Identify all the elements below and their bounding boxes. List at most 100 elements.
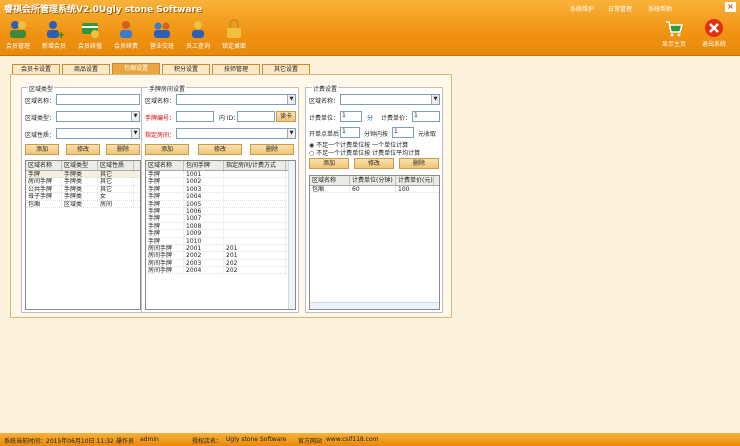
column-header[interactable]: 区域性质: [98, 161, 134, 170]
area-edit-button[interactable]: 修改: [66, 144, 100, 155]
member-renew-button[interactable]: 会员续费: [108, 18, 144, 50]
column-header[interactable]: 包间手牌: [184, 161, 224, 170]
column-header[interactable]: 区域名称: [310, 176, 350, 185]
table-row[interactable]: 手牌 手牌类 其它: [26, 171, 140, 179]
table-row[interactable]: 房间手牌 手牌类 其它: [26, 178, 140, 186]
radio-average-unit[interactable]: ○ 不足一个计费单位按 计费单位平均计算: [309, 148, 420, 157]
shift-handover-button[interactable]: 营业交班: [144, 18, 180, 50]
table-cell: [224, 193, 286, 200]
table-cell: [224, 222, 286, 230]
column-header[interactable]: 区域类型: [62, 161, 98, 170]
table-row[interactable]: 公共手牌 手牌类 其它: [26, 185, 140, 194]
window-close-button[interactable]: ×: [725, 2, 736, 12]
hand-edit-button[interactable]: 修改: [198, 144, 242, 155]
system-time: 2015年06月10日 11:32: [46, 438, 114, 445]
menu-system-help[interactable]: 系统帮助: [648, 4, 672, 13]
room-select[interactable]: ▼: [176, 128, 296, 139]
area-add-button[interactable]: 添加: [25, 144, 59, 155]
hand-no-input[interactable]: [176, 111, 214, 122]
table-row[interactable]: 手牌 1005: [146, 200, 295, 208]
show-home-button[interactable]: 显示主页: [654, 18, 694, 48]
fee-table[interactable]: 区域名称 计费单位(分钟) 计费单价(元) 包厢 60 100: [309, 175, 440, 310]
table-cell: 区域类: [62, 200, 98, 207]
tab-product[interactable]: 商品设置: [62, 64, 110, 74]
horizontal-scrollbar[interactable]: [310, 302, 439, 309]
official-website: www.csif118.com: [326, 436, 379, 443]
area-type-group: 区域类型 区域名称： 区域类型： ▼ 区域性质： ▼ 添加 修改 删除 区域名称…: [21, 84, 143, 313]
fee-edit-button[interactable]: 修改: [354, 158, 394, 169]
start-minutes-input[interactable]: 1: [340, 127, 360, 138]
table-row[interactable]: 手牌 1006: [146, 207, 295, 216]
menu-system-maintenance[interactable]: 系统维护: [570, 4, 594, 13]
handover-icon: [151, 18, 173, 40]
area-nature-select[interactable]: ▼: [56, 128, 140, 139]
fee-add-button[interactable]: 添加: [309, 158, 349, 169]
table-cell: 1002: [184, 178, 224, 185]
table-cell: 1008: [184, 222, 224, 230]
area-delete-button[interactable]: 删除: [106, 144, 140, 155]
table-row[interactable]: 房间手牌 2002 201: [146, 252, 295, 260]
table-row[interactable]: 母子手牌 手牌类女: [26, 193, 140, 201]
fee-price-input[interactable]: 1: [412, 111, 440, 122]
table-row[interactable]: 房间手牌 2003 202: [146, 259, 295, 268]
table-cell: 1007: [184, 215, 224, 222]
table-cell: 1009: [184, 230, 224, 237]
tab-member-card[interactable]: 会员卡设置: [12, 64, 60, 74]
start-price-input[interactable]: 1: [392, 127, 414, 138]
table-row[interactable]: 包厢 区域类 房间: [26, 200, 140, 208]
staff-query-button[interactable]: 员工查询: [180, 18, 216, 50]
table-row[interactable]: 手牌 1008: [146, 222, 295, 231]
column-header[interactable]: 指定房间/计费方式: [224, 161, 286, 170]
lock-desktop-button[interactable]: 锁定桌面: [216, 18, 252, 50]
table-cell: 手牌: [146, 185, 184, 193]
menu-daily-management[interactable]: 日常管理: [608, 4, 632, 13]
table-cell: [224, 178, 286, 185]
fee-area-select[interactable]: ▼: [340, 94, 440, 105]
status-bar: 系统当前时间： 2015年06月10日 11:32 操作员 admin 授权店名…: [0, 433, 740, 446]
fee-delete-button[interactable]: 删除: [399, 158, 439, 169]
hand-add-button[interactable]: 添加: [145, 144, 189, 155]
member-manage-button[interactable]: 会员管理: [0, 18, 36, 50]
column-header[interactable]: 区域名称: [26, 161, 62, 170]
fee-unit-input[interactable]: 1: [340, 111, 362, 122]
table-cell: 手牌: [146, 178, 184, 185]
area-type-select[interactable]: ▼: [56, 111, 140, 122]
table-row[interactable]: 手牌 1007: [146, 215, 295, 223]
hand-table[interactable]: 区域名称 包间手牌 指定房间/计费方式 手牌 1001 手牌 1002 手牌 1003 手牌 100…: [145, 160, 296, 310]
table-cell: 其它: [98, 171, 134, 178]
hand-area-select[interactable]: ▼: [176, 94, 296, 105]
table-header: 区域名称 区域类型 区域性质: [26, 161, 140, 171]
table-cell: 2002: [184, 252, 224, 259]
table-row[interactable]: 手牌 1002: [146, 178, 295, 186]
read-card-button[interactable]: 读卡: [276, 111, 296, 122]
table-cell: 100: [396, 186, 434, 193]
table-row[interactable]: 手牌 1003: [146, 185, 295, 194]
table-row[interactable]: 手牌 1010: [146, 237, 295, 245]
exit-system-button[interactable]: 退出系统: [694, 18, 734, 48]
area-table[interactable]: 区域名称 区域类型 区域性质 手牌 手牌类 其它 房间手牌 手牌类 其它 公共手牌 手牌类 其它 母子手…: [25, 160, 141, 310]
table-row[interactable]: 手牌 1004: [146, 193, 295, 201]
tab-other[interactable]: 其它设置: [262, 64, 310, 74]
table-row[interactable]: 房间手牌 2001 201: [146, 244, 295, 253]
member-topup-button[interactable]: 会员续值: [72, 18, 108, 50]
table-row[interactable]: 手牌 1001: [146, 171, 295, 179]
card-icon: [79, 18, 101, 40]
hand-delete-button[interactable]: 删除: [250, 144, 294, 155]
vertical-scrollbar[interactable]: [288, 161, 295, 309]
table-row[interactable]: 房间手牌 2004 202: [146, 267, 295, 275]
svg-text:+: +: [57, 30, 65, 40]
table-cell: 公共手牌: [26, 185, 62, 193]
table-row[interactable]: 包厢 60 100: [310, 186, 439, 194]
add-member-button[interactable]: + 新增会员: [36, 18, 72, 50]
room-settings-panel: 区域类型 区域名称： 区域类型： ▼ 区域性质： ▼ 添加 修改 删除 区域名称…: [10, 74, 452, 318]
tab-technician[interactable]: 技师管理: [212, 64, 260, 74]
tab-room[interactable]: 包厢设置: [112, 63, 160, 74]
column-header[interactable]: 区域名称: [146, 161, 184, 170]
tab-points[interactable]: 积分设置: [162, 64, 210, 74]
column-header[interactable]: 计费单价(元): [396, 176, 434, 185]
fee-setting-group: 计费设置 区域名称： ▼ 计费单位： 1 分 计费单价： 1 开单点单后 1 分…: [305, 84, 443, 313]
column-header[interactable]: 计费单位(分钟): [350, 176, 396, 185]
table-row[interactable]: 手牌 1009: [146, 230, 295, 238]
inner-id-input[interactable]: [237, 111, 275, 122]
area-name-input[interactable]: [56, 94, 140, 105]
